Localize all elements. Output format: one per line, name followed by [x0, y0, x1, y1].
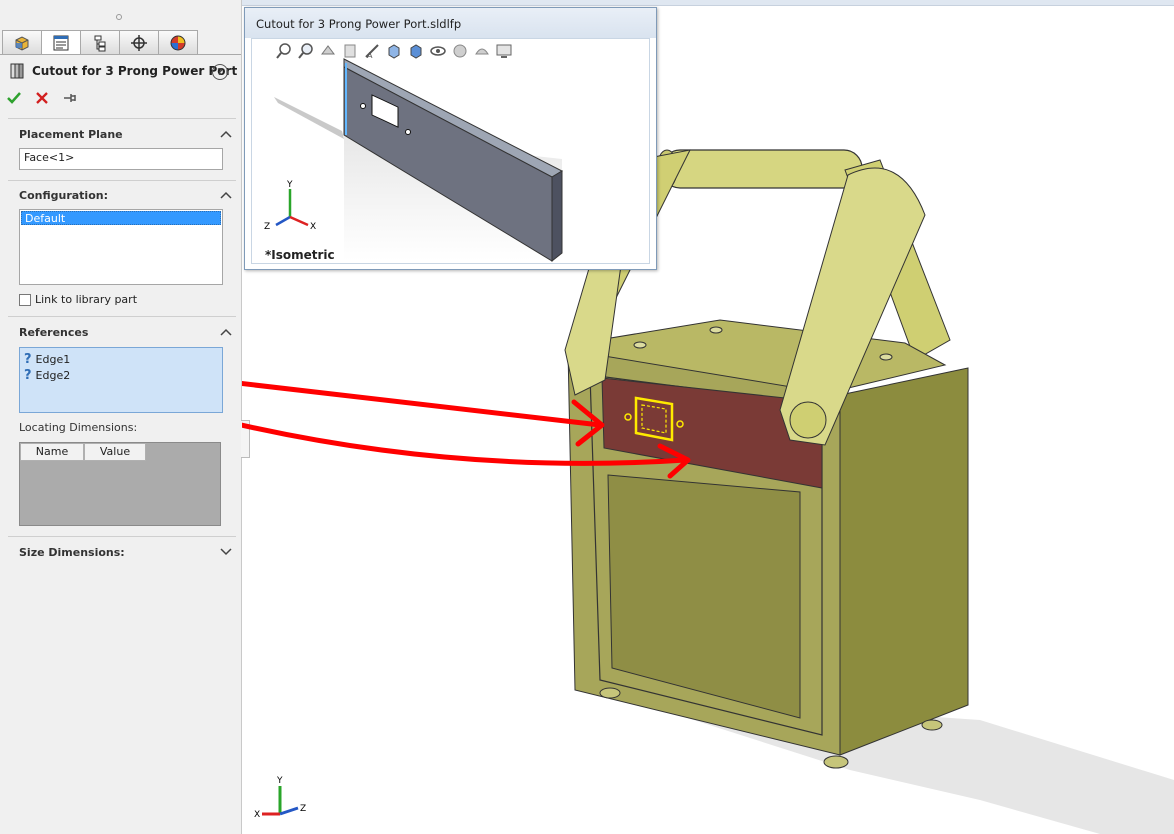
panel-grip[interactable] — [116, 14, 122, 20]
preview-viewport[interactable]: Y Z X — [251, 38, 650, 264]
size-dimensions-label: Size Dimensions: — [19, 546, 125, 559]
heads-up-toolbar: A — [275, 42, 513, 60]
axis-x-label: X — [310, 222, 316, 232]
question-icon: ? — [24, 368, 32, 383]
list-item-default[interactable]: Default — [21, 211, 221, 225]
ok-check-icon[interactable] — [6, 90, 22, 106]
screw — [633, 341, 647, 349]
tab-feature-manager[interactable] — [2, 30, 42, 54]
table-header: Name Value — [20, 443, 220, 461]
chevron-up-icon[interactable] — [220, 328, 232, 336]
svg-text:A: A — [367, 51, 373, 60]
references-label: References — [19, 326, 89, 339]
handle-rod — [661, 149, 863, 189]
tab-property-manager[interactable] — [41, 30, 81, 54]
port-hole — [360, 103, 366, 109]
preview-title: Cutout for 3 Prong Power Port.sldlfp — [245, 8, 656, 38]
pushpin-icon[interactable] — [62, 90, 78, 106]
references-list[interactable]: ? Edge1 ? Edge2 — [19, 347, 223, 413]
axis-x-label: X — [254, 810, 260, 820]
crosshair-icon — [131, 34, 147, 51]
link-library-checkbox[interactable] — [19, 293, 31, 306]
view-triad: Y X Z — [254, 776, 306, 820]
axis-z-label: Z — [264, 222, 270, 232]
hide-show-items-icon[interactable] — [429, 42, 447, 60]
tab-configuration-manager[interactable] — [80, 30, 120, 54]
list-item[interactable]: ? Edge2 — [24, 368, 70, 383]
tab-dimxpert-manager[interactable] — [119, 30, 159, 54]
view-orientation-icon[interactable] — [385, 42, 403, 60]
locating-dimensions-table[interactable]: Name Value — [19, 442, 221, 526]
list-item[interactable]: ? Edge1 — [24, 352, 70, 367]
axis-y-label: Y — [276, 776, 283, 786]
column-header-name[interactable]: Name — [20, 443, 84, 461]
action-buttons — [6, 90, 78, 106]
part-shadow — [274, 97, 344, 139]
chevron-up-icon[interactable] — [220, 191, 232, 199]
box-side-face — [839, 367, 969, 756]
previous-view-icon[interactable] — [319, 42, 337, 60]
port-hole — [405, 129, 411, 135]
question-icon: ? — [24, 352, 32, 367]
dynamic-annotation-icon[interactable]: A — [363, 42, 381, 60]
section-view-icon[interactable] — [341, 42, 359, 60]
appearance-ball-icon — [170, 35, 186, 50]
link-library-label: Link to library part — [35, 293, 138, 306]
plate-end — [551, 170, 563, 263]
chevron-down-icon[interactable] — [220, 548, 232, 556]
foot — [599, 687, 621, 699]
foot — [823, 755, 849, 769]
axis-y-label: Y — [286, 180, 293, 190]
library-feature-icon — [10, 63, 24, 79]
zoom-to-fit-icon[interactable] — [275, 42, 293, 60]
property-manager: Cutout for 3 Prong Power Port ? Placemen… — [0, 0, 242, 834]
zoom-area-icon[interactable] — [297, 42, 315, 60]
foot — [921, 719, 943, 731]
view-settings-icon[interactable] — [495, 42, 513, 60]
preview-window[interactable]: Cutout for 3 Prong Power Port.sldlfp Y Z — [244, 7, 657, 270]
screw — [709, 326, 723, 334]
page-title: Cutout for 3 Prong Power Port — [32, 64, 238, 78]
help-icon[interactable]: ? — [212, 64, 228, 80]
locating-dimensions-label: Locating Dimensions: — [19, 421, 138, 434]
configuration-manager-icon — [94, 35, 106, 51]
manager-tabs — [2, 30, 198, 54]
screw — [879, 353, 893, 361]
apply-scene-icon[interactable] — [473, 42, 491, 60]
column-header-value[interactable]: Value — [84, 443, 146, 461]
axis-z-label: Z — [300, 804, 306, 814]
edit-appearance-icon[interactable] — [451, 42, 469, 60]
handle-pivot — [789, 401, 827, 439]
chevron-up-icon[interactable] — [220, 130, 232, 138]
display-style-icon[interactable] — [407, 42, 425, 60]
placement-plane-label: Placement Plane — [19, 128, 123, 141]
link-library-row[interactable]: Link to library part — [19, 293, 137, 306]
cancel-x-icon[interactable] — [34, 90, 50, 106]
preview-scene: Y Z X — [264, 58, 564, 263]
tab-display-manager[interactable] — [158, 30, 198, 54]
placement-plane-field[interactable]: Face<1> — [19, 148, 223, 170]
configuration-list[interactable]: Default — [19, 209, 223, 285]
feature-manager-icon — [15, 35, 29, 51]
property-manager-icon — [53, 35, 69, 50]
annotation-arrow-edge1 — [242, 381, 603, 428]
configuration-label: Configuration: — [19, 189, 108, 202]
feature-title-row: Cutout for 3 Prong Power Port — [8, 62, 237, 80]
view-orientation-label: *Isometric — [265, 248, 335, 262]
